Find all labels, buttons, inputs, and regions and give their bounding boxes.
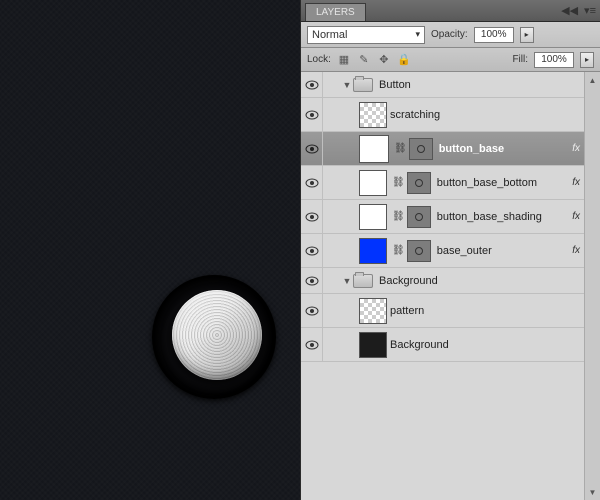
scroll-up-icon[interactable]: ▲ (585, 72, 600, 88)
lock-fill-row: Lock: ▦ ✎ ✥ 🔒 Fill: 100% ▸ (301, 48, 600, 72)
layer-mask-thumbnail[interactable] (409, 138, 433, 160)
layer-row[interactable]: pattern (301, 294, 600, 328)
fill-input[interactable]: 100% (534, 52, 574, 68)
layer-thumbnail[interactable] (359, 238, 387, 264)
layer-thumbnail[interactable] (359, 332, 387, 358)
layer-thumbnail[interactable] (359, 298, 387, 324)
folder-icon (353, 274, 373, 288)
layer-mask-thumbnail[interactable] (407, 172, 431, 194)
visibility-toggle[interactable] (301, 72, 323, 97)
tab-layers[interactable]: LAYERS (305, 3, 366, 21)
layer-row[interactable]: ⛓ button_base_bottom fx ▾ (301, 166, 600, 200)
visibility-toggle[interactable] (301, 294, 323, 327)
group-name[interactable]: Background (379, 275, 596, 287)
layer-name[interactable]: button_base_bottom (437, 177, 573, 189)
visibility-toggle[interactable] (301, 132, 323, 165)
link-icon[interactable]: ⛓ (392, 177, 405, 188)
fx-badge[interactable]: fx (572, 177, 580, 188)
group-name[interactable]: Button (379, 79, 596, 91)
layer-row-selected[interactable]: ⛓ button_base fx ▾ (301, 132, 600, 166)
visibility-toggle[interactable] (301, 200, 323, 233)
lock-label: Lock: (307, 54, 331, 65)
layer-thumbnail[interactable] (359, 135, 389, 163)
layer-row[interactable]: ⛓ button_base_shading fx ▾ (301, 200, 600, 234)
disclosure-triangle-icon[interactable]: ▼ (341, 80, 353, 90)
fx-badge[interactable]: fx (572, 143, 580, 154)
layer-thumbnail[interactable] (359, 204, 387, 230)
opacity-input[interactable]: 100% (474, 27, 514, 43)
layer-name[interactable]: Background (390, 339, 596, 351)
scrollbar[interactable]: ▲ ▼ (584, 72, 600, 500)
layer-mask-thumbnail[interactable] (407, 206, 431, 228)
layer-name[interactable]: button_base (439, 143, 573, 155)
link-icon[interactable]: ⛓ (394, 143, 407, 154)
group-row-button[interactable]: ▼ Button (301, 72, 600, 98)
layer-name[interactable]: pattern (390, 305, 596, 317)
lock-transparency-icon[interactable]: ▦ (337, 53, 351, 67)
lock-image-icon[interactable]: ✎ (357, 53, 371, 67)
scroll-down-icon[interactable]: ▼ (585, 484, 600, 500)
layer-thumbnail[interactable] (359, 102, 387, 128)
visibility-toggle[interactable] (301, 268, 323, 293)
link-icon[interactable]: ⛓ (392, 245, 405, 256)
visibility-toggle[interactable] (301, 234, 323, 267)
fx-badge[interactable]: fx (572, 245, 580, 256)
layer-name[interactable]: button_base_shading (437, 211, 573, 223)
panel-collapse-icon[interactable]: ◀◀ (561, 4, 578, 17)
layer-row[interactable]: Background (301, 328, 600, 362)
lock-position-icon[interactable]: ✥ (377, 53, 391, 67)
panel-tabbar: LAYERS ◀◀ ▾≡ (301, 0, 600, 22)
layers-panel: LAYERS ◀◀ ▾≡ Normal Opacity: 100% ▸ Lock… (300, 0, 600, 500)
fx-badge[interactable]: fx (572, 211, 580, 222)
canvas-preview (0, 0, 300, 500)
visibility-toggle[interactable] (301, 166, 323, 199)
layer-name[interactable]: base_outer (437, 245, 573, 257)
lock-all-icon[interactable]: 🔒 (397, 53, 411, 67)
disclosure-triangle-icon[interactable]: ▼ (341, 276, 353, 286)
blend-opacity-row: Normal Opacity: 100% ▸ (301, 22, 600, 48)
visibility-toggle[interactable] (301, 98, 323, 131)
folder-icon (353, 78, 373, 92)
fill-label: Fill: (512, 54, 528, 65)
group-row-background[interactable]: ▼ Background (301, 268, 600, 294)
layer-row[interactable]: ⛓ base_outer fx ▾ (301, 234, 600, 268)
layer-row[interactable]: scratching (301, 98, 600, 132)
layer-mask-thumbnail[interactable] (407, 240, 431, 262)
layer-name[interactable]: scratching (390, 109, 596, 121)
layers-list: ▼ Button scratching ⛓ button_base fx ▾ ⛓ (301, 72, 600, 500)
blend-mode-select[interactable]: Normal (307, 26, 425, 44)
fill-popup-icon[interactable]: ▸ (580, 52, 594, 68)
opacity-popup-icon[interactable]: ▸ (520, 27, 534, 43)
opacity-label: Opacity: (431, 29, 468, 40)
layer-thumbnail[interactable] (359, 170, 387, 196)
knob-button (172, 290, 262, 380)
link-icon[interactable]: ⛓ (392, 211, 405, 222)
panel-menu-icon[interactable]: ▾≡ (584, 4, 596, 17)
visibility-toggle[interactable] (301, 328, 323, 361)
